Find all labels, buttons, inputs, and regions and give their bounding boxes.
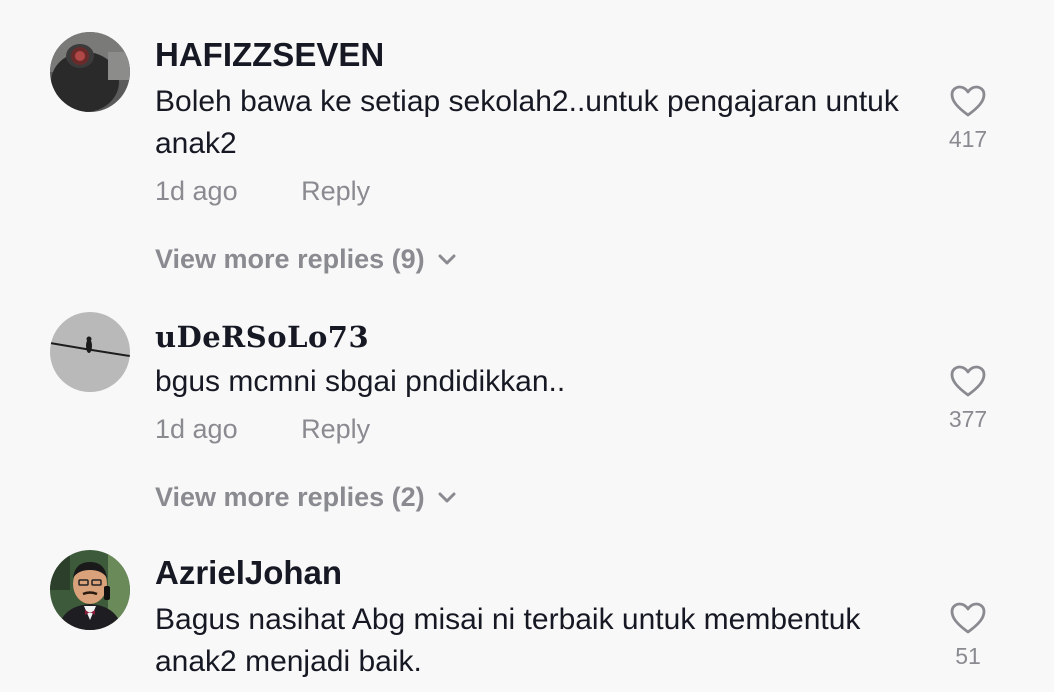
like-button[interactable]: 377 (938, 364, 998, 433)
comment-username[interactable]: HAFIZZSEVEN (155, 36, 384, 74)
comment-timestamp: 1d ago (155, 414, 238, 444)
view-more-replies-button[interactable]: View more replies (9) (155, 244, 457, 275)
chevron-down-icon (437, 253, 457, 267)
comment-meta: 1d ago Reply (155, 176, 370, 207)
view-more-replies-label: View more replies (9) (155, 244, 425, 274)
chevron-down-icon (437, 491, 457, 505)
avatar-dark-helmet-icon (50, 32, 130, 112)
like-button[interactable]: 417 (938, 84, 998, 153)
avatar-man-portrait-icon (50, 550, 130, 630)
avatar-bird-on-wire-icon (50, 312, 130, 392)
like-button[interactable]: 51 (938, 601, 998, 670)
comment-text: Bagus nasihat Abg misai ni terbaik untuk… (155, 603, 861, 678)
view-more-replies-label: View more replies (2) (155, 482, 425, 512)
heart-icon (950, 365, 986, 397)
heart-icon (950, 85, 986, 117)
avatar[interactable] (50, 312, 130, 392)
comment-username[interactable]: uDeRSoLo73 (155, 320, 369, 354)
avatar[interactable] (50, 550, 130, 630)
avatar[interactable] (50, 32, 130, 112)
comment-timestamp: 1d ago (155, 176, 238, 206)
like-count: 51 (955, 643, 981, 669)
reply-button[interactable]: Reply (301, 414, 370, 445)
comment-meta: 1d ago Reply (155, 414, 370, 445)
like-count: 417 (948, 126, 988, 152)
reply-button[interactable]: Reply (301, 176, 370, 207)
view-more-replies-button[interactable]: View more replies (2) (155, 482, 457, 513)
heart-icon (950, 602, 986, 634)
comment-text: bgus mcmni sbgai pndidikkan.. (155, 365, 566, 398)
comment-text: Boleh bawa ke setiap sekolah2..untuk pen… (155, 85, 899, 160)
comment-username[interactable]: AzrielJohan (155, 554, 342, 592)
like-count: 377 (948, 406, 988, 432)
comment-list: HAFIZZSEVEN Boleh bawa ke setiap sekolah… (0, 0, 1054, 692)
